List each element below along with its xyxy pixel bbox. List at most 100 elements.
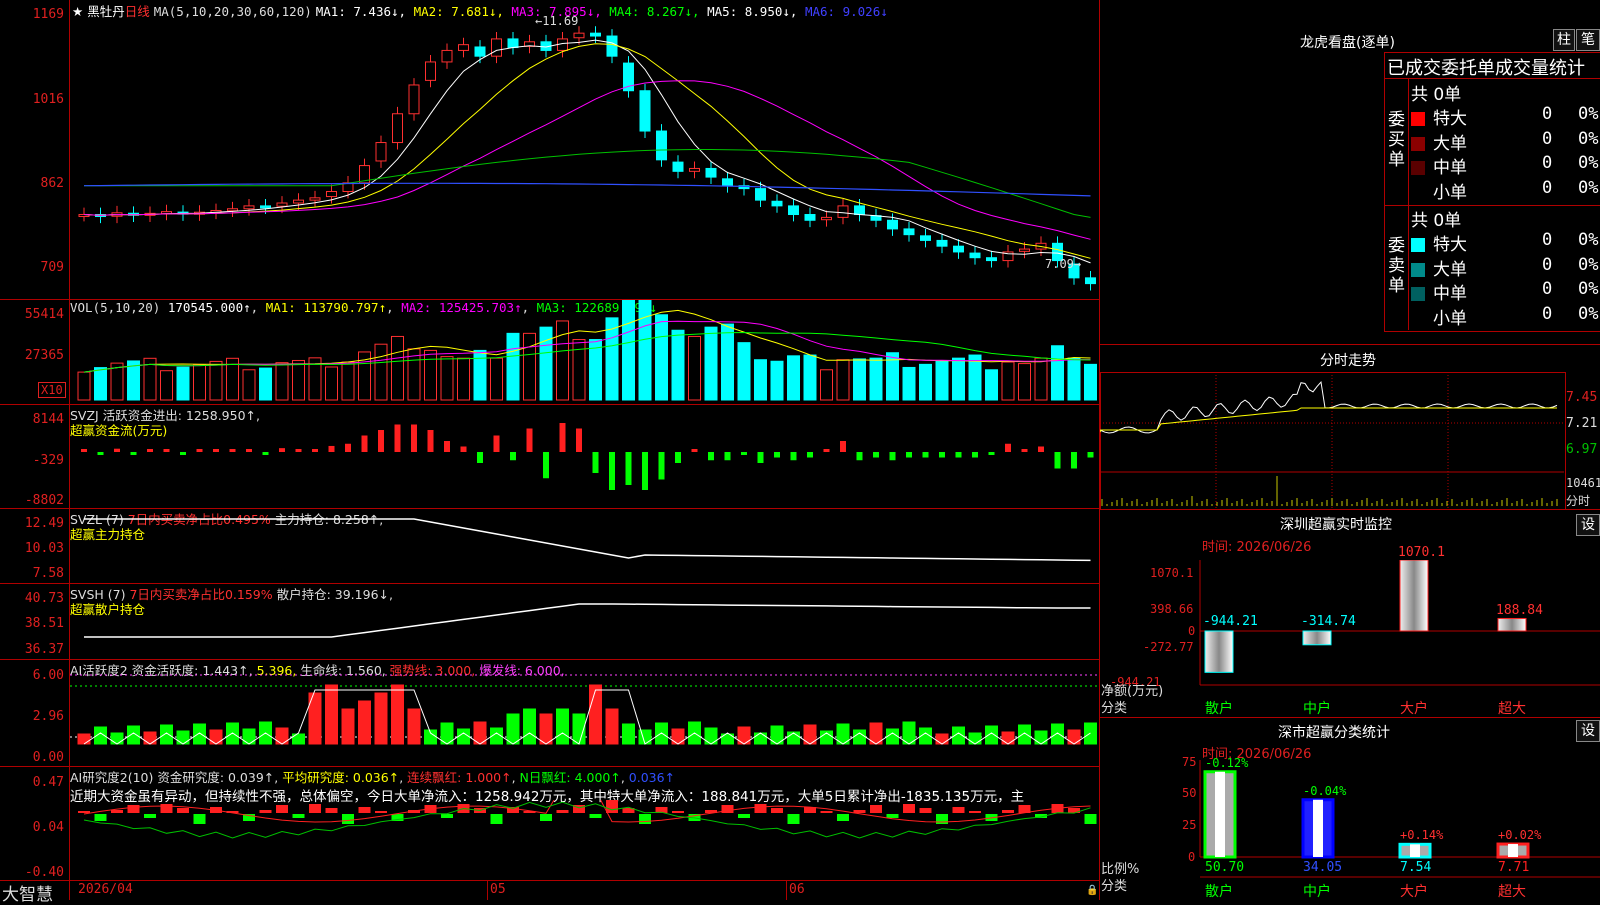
bar-mode-button[interactable]: 柱 [1553, 29, 1575, 51]
vol-tick: 27365 [24, 348, 64, 363]
flow-bar [427, 430, 434, 452]
sz-category: 大户 [1400, 701, 1428, 717]
ai2-title: AI研究度2(10) 资金研究度: 0.039↑, 平均研究度: 0.036↑,… [70, 770, 676, 785]
sc-stats-title: 深市超赢分类统计 [1278, 725, 1390, 741]
flow-bar [1054, 452, 1061, 469]
retail-holding-chart[interactable] [70, 584, 1099, 659]
row-label: 大单 [1433, 133, 1467, 154]
candle-body [854, 205, 865, 216]
research-bar [441, 814, 453, 818]
volume-bar [325, 366, 338, 401]
sc-ratio-value: 34.05 [1303, 860, 1343, 875]
flow-bar [955, 452, 962, 458]
sell-row-2: 中单 [1411, 279, 1467, 304]
divider [1100, 509, 1600, 510]
flow-bar [114, 448, 120, 452]
research-bar [556, 810, 569, 813]
research-bar [325, 808, 338, 813]
divider [1384, 78, 1600, 79]
divider [1408, 78, 1409, 330]
flow-bar [609, 452, 615, 490]
volume-bar [935, 360, 949, 401]
volume-bar [193, 364, 206, 401]
volume-bar [457, 357, 470, 401]
candle-body [392, 113, 403, 144]
x-date-label: 2026/04 [78, 882, 133, 897]
row-count: 0 [1542, 279, 1553, 299]
volume-chart[interactable] [70, 300, 1099, 404]
research-bar [127, 805, 140, 813]
candle-body [491, 38, 502, 57]
research-bar [771, 808, 783, 813]
research-bar [589, 814, 602, 818]
price-tick: 1169 [32, 7, 64, 22]
sz-category: 超大 [1498, 701, 1526, 717]
flow-bar [295, 449, 302, 452]
flow-bar [444, 441, 450, 452]
volume-bar [424, 349, 437, 401]
activity-bar [325, 684, 338, 745]
candlestick-chart[interactable] [70, 16, 1099, 298]
buy-count: 共 0单 [1411, 85, 1462, 105]
row-percent: 0% [1578, 177, 1599, 198]
research-bar [820, 811, 833, 813]
flow-bar [361, 435, 368, 452]
main-force-holding-chart[interactable] [70, 509, 1099, 583]
sc-settings-button[interactable]: 设 [1576, 720, 1600, 742]
row-count: 0 [1542, 128, 1553, 149]
volume-bar [391, 335, 404, 401]
sz-bar-value: 1070.1 [1398, 545, 1445, 560]
activity-bar [539, 713, 553, 745]
research-chart[interactable] [70, 800, 1099, 880]
activity-bar [77, 733, 91, 745]
row-label: 小单 [1433, 308, 1467, 329]
row-percent: 0% [1578, 230, 1599, 250]
x-tick [487, 880, 488, 900]
activity-bar [935, 733, 949, 745]
sell-count: 共 0单 [1411, 211, 1462, 231]
flow-bar [988, 452, 995, 455]
tick-mode-button[interactable]: 笔 [1576, 29, 1600, 51]
lock-icon[interactable]: 🔒 [1086, 885, 1098, 896]
row-percent: 0% [1578, 153, 1599, 173]
sc-ratio-value: 50.70 [1205, 860, 1245, 875]
activity-bar [556, 708, 569, 745]
intraday-tick: 7.21 [1566, 416, 1598, 431]
activity-bar [374, 692, 388, 745]
volume-bar [688, 335, 701, 401]
flow-bar [477, 452, 483, 463]
activity-bar [605, 708, 619, 745]
volume-bar [770, 360, 784, 401]
flow-bar [1038, 446, 1044, 452]
sz-settings-button[interactable]: 设 [1576, 514, 1600, 536]
activity-bar [176, 730, 190, 745]
sc-change-value: +0.02% [1498, 828, 1542, 843]
divider [1100, 717, 1600, 718]
high-marker: ←11.69 [535, 14, 579, 28]
flow-bar [526, 428, 533, 452]
volume-bar [440, 356, 454, 401]
sz-net-bar-chart[interactable] [1100, 560, 1600, 700]
candle-body [590, 32, 601, 37]
volume-bar [737, 342, 751, 401]
lhkp-title: 龙虎看盘(逐单) [1300, 35, 1395, 51]
sc-ratio-value: 7.71 [1498, 860, 1530, 875]
candle-body [441, 49, 453, 63]
buy-row-1: 大单 [1411, 129, 1467, 154]
row-label: 中单 [1433, 158, 1467, 178]
row-label: 小单 [1433, 182, 1467, 203]
flow-bar [939, 452, 945, 458]
sc-bar-highlight [1508, 844, 1518, 857]
ai2-tick: 0.04 [32, 820, 64, 835]
ai1-tick: 2.96 [32, 709, 64, 724]
candle-body [936, 239, 948, 247]
volume-bar [853, 358, 866, 401]
intraday-chart[interactable] [1100, 372, 1564, 508]
row-count: 0 [1542, 177, 1553, 198]
candle-body [722, 178, 733, 187]
row-percent: 0% [1578, 279, 1599, 299]
activity-chart[interactable] [70, 660, 1099, 766]
row-count: 0 [1542, 104, 1553, 124]
money-flow-chart[interactable] [70, 405, 1099, 508]
candle-body [788, 205, 799, 216]
